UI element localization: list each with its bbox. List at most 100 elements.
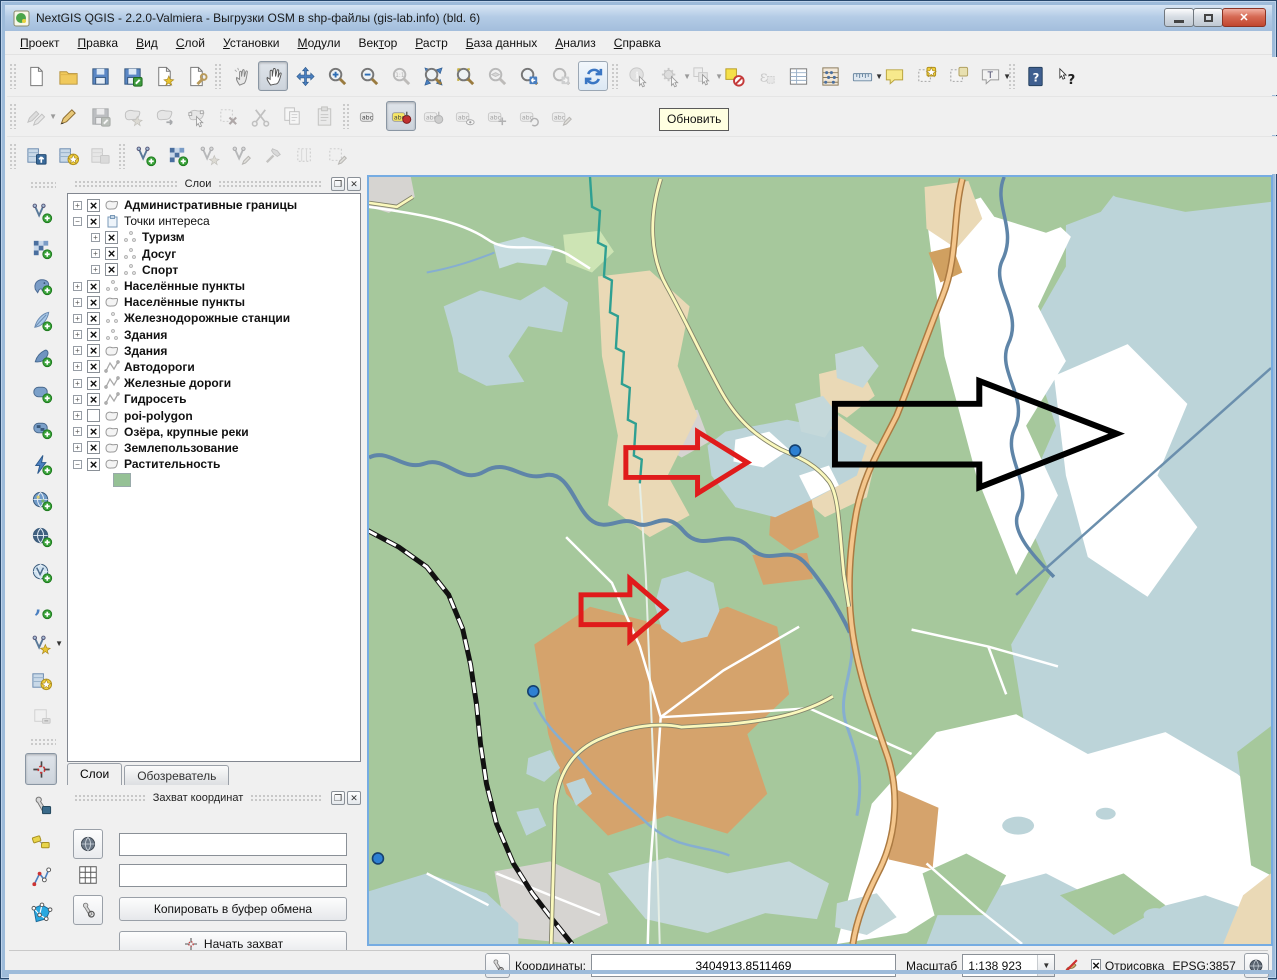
expand-icon[interactable]: + — [73, 298, 82, 307]
add-db2-layer-button[interactable] — [25, 412, 57, 444]
delete-selected-button[interactable] — [213, 101, 243, 131]
current-edits-button[interactable]: ▼ — [21, 101, 51, 131]
add-georaster-layer-button[interactable] — [25, 448, 57, 480]
expand-icon[interactable]: + — [91, 233, 100, 242]
layer-visibility-checkbox[interactable]: × — [87, 441, 100, 454]
layer-item[interactable]: +×Населённые пункты — [68, 278, 360, 294]
new-project-button[interactable] — [21, 61, 51, 91]
layer-label[interactable]: Здания — [124, 344, 167, 358]
menu-item-10[interactable]: Анализ — [546, 32, 605, 54]
layer-label[interactable]: Населённые пункты — [124, 279, 245, 293]
menu-item-5[interactable]: Установки — [214, 32, 289, 54]
layer-symbol-swatch[interactable] — [68, 472, 360, 488]
zoom-to-selection-button[interactable] — [450, 61, 480, 91]
add-raster-layer-button[interactable] — [25, 232, 57, 264]
label-rotate-button[interactable]: abc — [514, 101, 544, 131]
label-move-button[interactable]: abc — [482, 101, 512, 131]
layer-visibility-checkbox[interactable]: × — [87, 199, 100, 212]
layer-item[interactable]: +×Здания — [68, 343, 360, 359]
expand-icon[interactable]: + — [73, 362, 82, 371]
toolbar-grip[interactable] — [9, 143, 18, 169]
layer-item[interactable]: +×Автодороги — [68, 359, 360, 375]
menu-item-11[interactable]: Справка — [605, 32, 670, 54]
touch-zoom-button[interactable] — [226, 61, 256, 91]
new-vector-button[interactable] — [194, 141, 224, 171]
tab-browser[interactable]: Обозреватель — [124, 765, 229, 785]
layers-tree[interactable]: +×Административные границы−×Точки интере… — [67, 193, 361, 762]
layer-item[interactable]: +×Досуг — [68, 246, 360, 262]
menu-item-1[interactable]: Проект — [11, 32, 69, 54]
layer-label[interactable]: Досуг — [142, 247, 176, 261]
whats-this-button[interactable]: ? — [1052, 61, 1082, 91]
layer-item[interactable]: −×Точки интереса — [68, 213, 360, 229]
layer-visibility-checkbox[interactable]: × — [87, 328, 100, 341]
statusbar-capture-button[interactable] — [485, 953, 510, 978]
composer-manager-button[interactable] — [181, 61, 211, 91]
select-features-button[interactable]: ▼ — [687, 61, 717, 91]
measure-button[interactable]: ▼ — [847, 61, 877, 91]
toolbar-grip[interactable] — [342, 103, 351, 129]
toolbar-grip[interactable] — [611, 63, 620, 89]
layer-label[interactable]: Гидросеть — [124, 392, 186, 406]
save-project-button[interactable] — [85, 61, 115, 91]
osm-import-button[interactable] — [21, 141, 51, 171]
layer-label[interactable]: Автодороги — [124, 360, 195, 374]
help-button[interactable]: ? — [1020, 61, 1050, 91]
add-mssql-layer-button[interactable] — [25, 340, 57, 372]
add-wms-layer-button[interactable] — [25, 484, 57, 516]
expand-icon[interactable]: + — [73, 346, 82, 355]
pan-map-button[interactable] — [258, 61, 288, 91]
osm-save-button[interactable] — [85, 141, 115, 171]
coordinate-capture-button[interactable] — [25, 753, 57, 785]
refresh-button[interactable] — [578, 61, 608, 91]
layer-label[interactable]: Растительность — [124, 457, 220, 471]
expand-icon[interactable]: + — [73, 330, 82, 339]
expand-icon[interactable]: + — [73, 443, 82, 452]
add-vector-layer-button[interactable] — [25, 196, 57, 228]
save-edits-button[interactable] — [85, 101, 115, 131]
maximize-button[interactable] — [1193, 8, 1223, 27]
zoom-next-button[interactable] — [546, 61, 576, 91]
layer-visibility-checkbox[interactable]: × — [87, 215, 100, 228]
copy-to-clipboard-button[interactable]: Копировать в буфер обмена — [119, 897, 347, 921]
layer-visibility-checkbox[interactable]: × — [87, 393, 100, 406]
layer-label[interactable]: Туризм — [142, 230, 185, 244]
zoom-in-button[interactable] — [322, 61, 352, 91]
crs-status-button[interactable] — [1244, 953, 1269, 978]
capture-crs-button[interactable] — [73, 829, 103, 859]
tab-layers[interactable]: Слои — [67, 763, 122, 785]
interpolation-button[interactable] — [25, 861, 57, 893]
titlebar[interactable]: NextGIS QGIS - 2.2.0-Valmiera - Выгрузки… — [5, 5, 1272, 31]
close-button[interactable]: ✕ — [1222, 8, 1266, 27]
menu-item-2[interactable]: Правка — [69, 32, 128, 54]
vector-tools-button[interactable] — [258, 141, 288, 171]
label-properties-button[interactable]: abc — [546, 101, 576, 131]
select-expression-button[interactable]: ε — [751, 61, 781, 91]
deselect-button[interactable] — [719, 61, 749, 91]
node-tool-button[interactable] — [181, 101, 211, 131]
toggle-editing-button[interactable] — [53, 101, 83, 131]
osm-new-layer-button[interactable] — [53, 141, 83, 171]
zoom-to-layer-button[interactable] — [482, 61, 512, 91]
menu-item-4[interactable]: Слой — [167, 32, 214, 54]
label-pin-button[interactable]: abc — [418, 101, 448, 131]
layer-visibility-checkbox[interactable]: × — [87, 296, 100, 309]
layer-item[interactable]: −×Растительность — [68, 456, 360, 472]
gps-tools-button[interactable] — [25, 825, 57, 857]
add-vector-menu-button[interactable] — [130, 141, 160, 171]
toolbar-grip[interactable] — [118, 143, 127, 169]
label-pin-auto-button[interactable]: abc — [386, 101, 416, 131]
add-feature-button[interactable] — [117, 101, 147, 131]
layer-label[interactable]: Землепользование — [124, 441, 239, 455]
layer-label[interactable]: Железные дороги — [124, 376, 231, 390]
add-spatialite-layer-button[interactable] — [25, 304, 57, 336]
layer-visibility-checkbox[interactable]: × — [87, 312, 100, 325]
zoom-native-button[interactable]: 1:1 — [386, 61, 416, 91]
layer-label[interactable]: Озёра, крупные реки — [124, 425, 249, 439]
label-show-hidden-button[interactable]: abc — [450, 101, 480, 131]
toolbar-grip[interactable] — [30, 181, 56, 190]
expand-icon[interactable]: + — [73, 314, 82, 323]
layer-item[interactable]: +×Железные дороги — [68, 375, 360, 391]
layer-visibility-checkbox[interactable]: × — [105, 263, 118, 276]
layer-item[interactable]: +×Туризм — [68, 229, 360, 245]
